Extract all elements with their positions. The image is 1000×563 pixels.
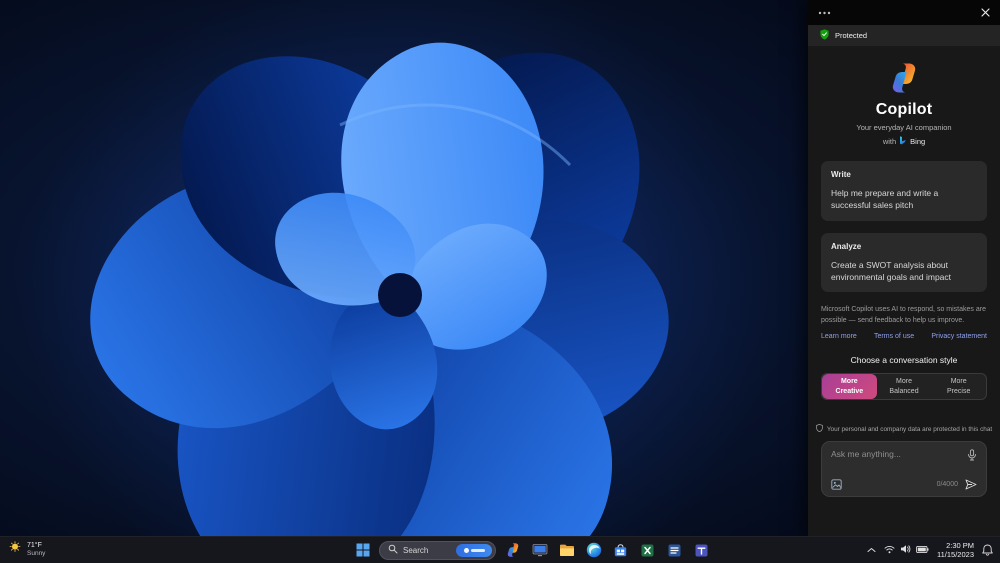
suggestion-card-analyze[interactable]: Analyze Create a SWOT analysis about env…	[821, 232, 987, 293]
store-icon[interactable]	[610, 540, 631, 561]
data-protection-note: Your personal and company data are prote…	[816, 424, 992, 434]
add-image-icon[interactable]	[831, 479, 842, 490]
style-more-precise[interactable]: More Precise	[931, 374, 986, 399]
bing-label: Bing	[910, 137, 926, 146]
shield-check-icon	[820, 27, 829, 45]
excel-icon[interactable]	[637, 540, 658, 561]
copilot-panel-body: Copilot Your everyday AI companion with …	[808, 46, 1000, 536]
notification-bell-icon[interactable]	[982, 544, 993, 556]
conversation-style-heading: Choose a conversation style	[850, 355, 958, 366]
copilot-taskbar-icon[interactable]	[502, 540, 523, 561]
taskbar-center: Search	[352, 537, 712, 563]
close-icon[interactable]	[981, 8, 990, 17]
search-box[interactable]: Search	[379, 540, 496, 560]
network-volume-battery[interactable]	[884, 541, 929, 559]
suggestion-card-title: Analyze	[831, 241, 862, 251]
copilot-panel-header	[808, 0, 1000, 25]
legal-links: Learn more Terms of use Privacy statemen…	[821, 333, 987, 340]
suggestion-card-body: Help me prepare and write a successful s…	[831, 188, 939, 211]
weather-temperature: 71°F	[27, 542, 42, 550]
search-highlight-logo	[463, 547, 469, 553]
protected-label: Protected	[835, 31, 868, 40]
copilot-logo	[821, 61, 987, 95]
clock-time: 2:30 PM	[946, 540, 974, 550]
suggestion-card-title: Write	[831, 170, 851, 179]
with-label: with	[882, 137, 897, 146]
volume-icon	[900, 541, 911, 559]
weather-text: 71°F Sunny	[27, 542, 45, 558]
weather-condition: Sunny	[27, 550, 46, 558]
learn-more-link[interactable]: Learn more	[821, 333, 857, 340]
terms-of-use-link[interactable]: Terms of use	[874, 333, 914, 340]
microphone-icon[interactable]	[967, 449, 977, 461]
copilot-title: Copilot	[875, 101, 933, 118]
more-options-icon[interactable]	[818, 11, 831, 15]
wifi-icon	[884, 541, 895, 559]
style-more-balanced[interactable]: More Balanced	[877, 374, 932, 399]
desktop: Protected Copilot Your everyday AI compa…	[0, 0, 1000, 563]
clock-date: 11/15/2023	[937, 550, 974, 559]
ai-disclaimer: Microsoft Copilot uses AI to respond, so…	[821, 306, 986, 324]
start-button[interactable]	[352, 540, 373, 561]
weather-widget[interactable]: 71°F Sunny	[9, 537, 45, 563]
desktop-app-icon[interactable]	[529, 540, 550, 561]
sun-weather-icon	[9, 541, 22, 559]
edge-browser-icon[interactable]	[583, 540, 604, 561]
chat-composer: 0/4000	[821, 441, 987, 498]
battery-icon	[916, 541, 929, 559]
chat-input[interactable]	[831, 449, 961, 460]
send-icon[interactable]	[965, 479, 977, 490]
data-protection-text: Your personal and company data are prote…	[826, 425, 993, 433]
search-label: Search	[403, 545, 429, 555]
privacy-statement-link[interactable]: Privacy statement	[931, 333, 987, 340]
suggestion-card-write[interactable]: Write Help me prepare and write a succes…	[821, 161, 987, 221]
with-bing-row: with Bing	[821, 136, 987, 147]
search-highlight-badge[interactable]	[456, 543, 492, 557]
copilot-subtitle: Your everyday AI companion	[856, 123, 952, 132]
file-explorer-icon[interactable]	[556, 540, 577, 561]
copilot-panel: Protected Copilot Your everyday AI compa…	[808, 0, 1000, 536]
style-more-creative[interactable]: More Creative	[822, 374, 877, 400]
conversation-style-toggle: More Creative More Balanced More Precise	[821, 373, 987, 401]
magnifier-icon	[388, 541, 398, 559]
char-counter: 0/4000	[936, 481, 958, 489]
system-tray: 2:30 PM 11/15/2023	[867, 537, 993, 563]
teams-icon[interactable]	[691, 540, 712, 561]
bing-icon	[899, 136, 907, 147]
word-icon[interactable]	[664, 540, 685, 561]
taskbar: 71°F Sunny Search 2:30 PM 11/15/2023	[0, 536, 1000, 563]
clock[interactable]: 2:30 PM 11/15/2023	[937, 541, 974, 560]
search-highlight-text	[470, 548, 485, 552]
tray-chevron-up-icon[interactable]	[867, 547, 876, 553]
protected-banner: Protected	[808, 25, 1000, 46]
suggestion-card-body: Create a SWOT analysis about environment…	[831, 259, 952, 282]
shield-outline-icon	[816, 424, 823, 434]
